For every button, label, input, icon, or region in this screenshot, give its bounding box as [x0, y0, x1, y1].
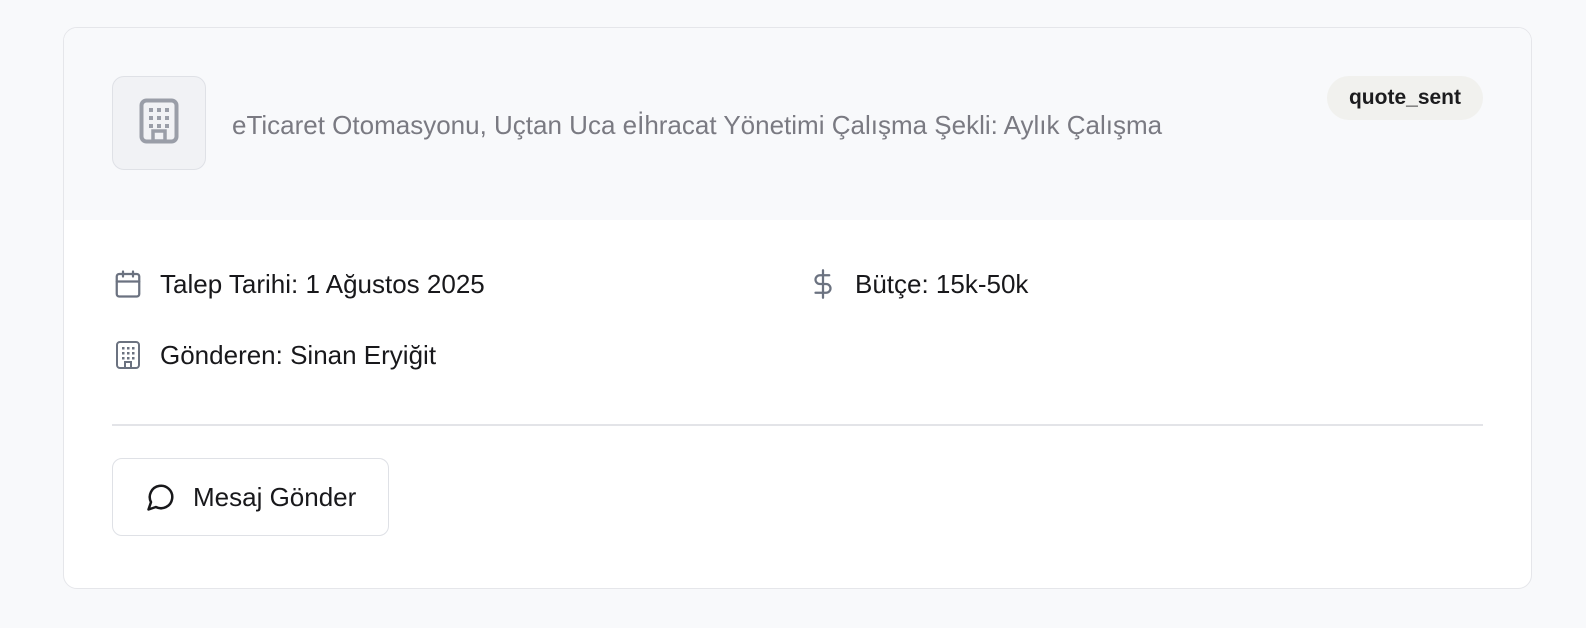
request-date: Talep Tarihi: 1 Ağustos 2025	[112, 268, 485, 300]
calendar-icon	[112, 268, 144, 300]
divider	[112, 424, 1483, 426]
message-circle-icon	[145, 481, 177, 513]
building-icon	[139, 98, 179, 149]
card-header: eTicaret Otomasyonu, Uçtan Uca eİhracat …	[64, 28, 1531, 220]
send-message-button[interactable]: Mesaj Gönder	[112, 458, 390, 536]
request-description: eTicaret Otomasyonu, Uçtan Uca eİhracat …	[232, 110, 1163, 140]
dollar-icon	[807, 268, 839, 300]
send-message-label: Mesaj Gönder	[193, 481, 357, 512]
building-icon	[112, 339, 144, 371]
budget-label: Bütçe: 15k-50k	[855, 268, 1029, 299]
sender-label: Gönderen: Sinan Eryiğit	[160, 339, 437, 370]
request-date-label: Talep Tarihi: 1 Ağustos 2025	[160, 268, 485, 299]
budget: Bütçe: 15k-50k	[807, 268, 1028, 300]
company-logo	[112, 76, 206, 170]
sender: Gönderen: Sinan Eryiğit	[112, 339, 436, 371]
request-card: eTicaret Otomasyonu, Uçtan Uca eİhracat …	[63, 27, 1532, 589]
status-badge: quote_sent	[1326, 76, 1483, 120]
